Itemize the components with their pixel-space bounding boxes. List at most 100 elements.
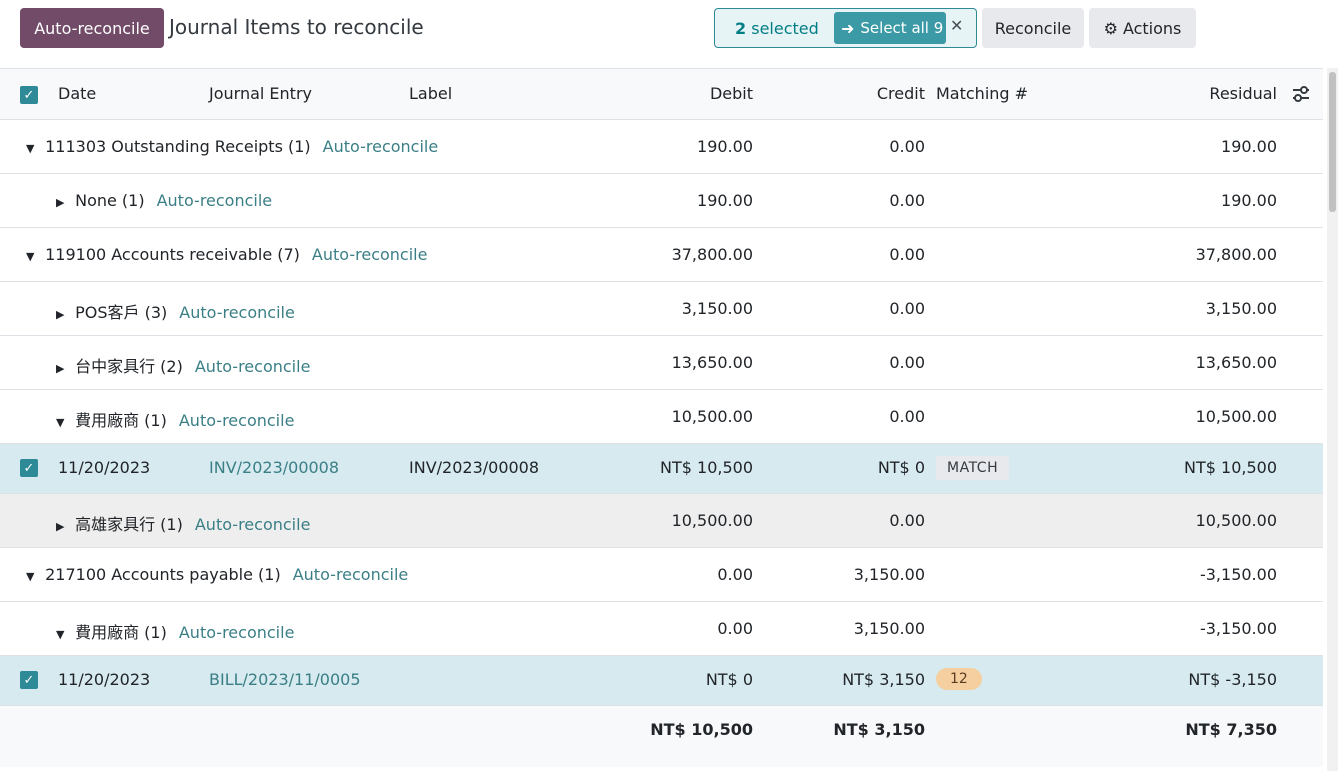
auto-reconcile-link[interactable]: Auto-reconcile xyxy=(179,623,295,642)
control-panel: Auto-reconcile Journal Items to reconcil… xyxy=(0,0,1338,68)
subgroup-row[interactable]: ▼ 費用廠商 (1) Auto-reconcile 10,500.00 0.00 … xyxy=(0,390,1323,444)
credit-value: NT$ 0 xyxy=(877,458,925,477)
credit-value: 3,150.00 xyxy=(853,619,925,638)
group-name: 111303 Outstanding Receipts (1) xyxy=(45,137,311,156)
column-credit[interactable]: Credit xyxy=(877,84,925,103)
debit-value: 190.00 xyxy=(697,137,753,156)
caret-right-icon: ▶ xyxy=(56,520,65,533)
auto-reconcile-link[interactable]: Auto-reconcile xyxy=(312,245,428,264)
group-title: ▼ 111303 Outstanding Receipts (1) Auto-re… xyxy=(26,137,438,156)
table-header: ✓ Date Journal Entry Label Debit Credit … xyxy=(0,68,1323,120)
selected-count: 2 selected xyxy=(735,19,819,38)
group-title: ▼ 費用廠商 (1) Auto-reconcile xyxy=(56,619,294,643)
residual-value: NT$ 10,500 xyxy=(1184,458,1277,477)
gear-icon: ⚙ xyxy=(1103,18,1118,38)
date-value: 11/20/2023 xyxy=(58,458,151,477)
table-footer: NT$ 10,500 NT$ 3,150 NT$ 7,350 xyxy=(0,706,1323,767)
column-date[interactable]: Date xyxy=(58,84,96,103)
select-all-checkbox[interactable]: ✓ xyxy=(20,86,38,104)
group-row[interactable]: ▼ 217100 Accounts payable (1) Auto-reconc… xyxy=(0,548,1323,602)
group-name: 高雄家具行 (1) xyxy=(75,515,183,534)
caret-down-icon: ▼ xyxy=(56,628,65,641)
auto-reconcile-link[interactable]: Auto-reconcile xyxy=(195,515,311,534)
select-all-button[interactable]: ➜ Select all 9 xyxy=(834,12,946,44)
journal-items-table: ✓ Date Journal Entry Label Debit Credit … xyxy=(0,68,1323,767)
page-title: Journal Items to reconcile xyxy=(169,15,424,39)
residual-value: 37,800.00 xyxy=(1195,245,1277,264)
table-row[interactable]: ✓ 11/20/2023 BILL/2023/11/0005 NT$ 0 NT$… xyxy=(0,656,1323,706)
debit-value: 0.00 xyxy=(717,565,753,584)
auto-reconcile-button[interactable]: Auto-reconcile xyxy=(20,8,164,48)
debit-value: NT$ 10,500 xyxy=(660,458,753,477)
group-name: 217100 Accounts payable (1) xyxy=(45,565,281,584)
auto-reconcile-link[interactable]: Auto-reconcile xyxy=(293,565,409,584)
group-name: 台中家具行 (2) xyxy=(75,357,183,376)
residual-value: 10,500.00 xyxy=(1195,511,1277,530)
group-row[interactable]: ▼ 111303 Outstanding Receipts (1) Auto-re… xyxy=(0,120,1323,174)
vertical-scrollbar[interactable] xyxy=(1327,68,1338,771)
actions-button[interactable]: ⚙ Actions xyxy=(1089,8,1196,48)
caret-down-icon: ▼ xyxy=(56,416,65,429)
residual-value: -3,150.00 xyxy=(1199,619,1277,638)
group-name: None (1) xyxy=(75,191,145,210)
auto-reconcile-link[interactable]: Auto-reconcile xyxy=(157,191,273,210)
matching-number-badge[interactable]: 12 xyxy=(936,668,982,690)
close-icon[interactable]: ✕ xyxy=(950,16,963,35)
column-residual[interactable]: Residual xyxy=(1209,84,1277,103)
selection-box: 2 selected ➜ Select all 9 ✕ xyxy=(714,8,977,48)
column-label[interactable]: Label xyxy=(409,84,452,103)
residual-value: -3,150.00 xyxy=(1199,565,1277,584)
auto-reconcile-link[interactable]: Auto-reconcile xyxy=(195,357,311,376)
table-row[interactable]: ✓ 11/20/2023 INV/2023/00008 INV/2023/000… xyxy=(0,444,1323,494)
row-checkbox[interactable]: ✓ xyxy=(20,671,38,689)
residual-value: 10,500.00 xyxy=(1195,407,1277,426)
caret-down-icon: ▼ xyxy=(26,570,35,583)
subgroup-row[interactable]: ▶ None (1) Auto-reconcile 190.00 0.00 190… xyxy=(0,174,1323,228)
subgroup-row[interactable]: ▼ 費用廠商 (1) Auto-reconcile 0.00 3,150.00 -… xyxy=(0,602,1323,656)
group-name: 119100 Accounts receivable (7) xyxy=(45,245,300,264)
group-name: POS客戶 (3) xyxy=(75,303,168,322)
credit-value: 0.00 xyxy=(889,245,925,264)
total-credit: NT$ 3,150 xyxy=(833,720,925,739)
group-title: ▼ 217100 Accounts payable (1) Auto-reconc… xyxy=(26,565,408,584)
selected-text: selected xyxy=(751,19,819,38)
group-row[interactable]: ▼ 119100 Accounts receivable (7) Auto-rec… xyxy=(0,228,1323,282)
reconcile-button[interactable]: Reconcile xyxy=(982,8,1084,48)
match-button[interactable]: MATCH xyxy=(936,456,1010,480)
column-journal-entry[interactable]: Journal Entry xyxy=(209,84,312,103)
auto-reconcile-link[interactable]: Auto-reconcile xyxy=(323,137,439,156)
column-matching[interactable]: Matching # xyxy=(936,84,1028,103)
row-checkbox[interactable]: ✓ xyxy=(20,459,38,477)
credit-value: 0.00 xyxy=(889,407,925,426)
caret-down-icon: ▼ xyxy=(26,250,35,263)
auto-reconcile-link[interactable]: Auto-reconcile xyxy=(179,411,295,430)
actions-label: Actions xyxy=(1122,18,1182,38)
subgroup-row[interactable]: ▶ 高雄家具行 (1) Auto-reconcile 10,500.00 0.00… xyxy=(0,494,1323,548)
arrow-right-icon: ➜ xyxy=(841,18,855,38)
column-debit[interactable]: Debit xyxy=(710,84,753,103)
group-name: 費用廠商 (1) xyxy=(75,623,167,642)
debit-value: 0.00 xyxy=(717,619,753,638)
residual-value: NT$ -3,150 xyxy=(1188,670,1277,689)
journal-entry-link[interactable]: INV/2023/00008 xyxy=(209,458,339,477)
caret-right-icon: ▶ xyxy=(56,308,65,321)
total-residual: NT$ 7,350 xyxy=(1185,720,1277,739)
subgroup-row[interactable]: ▶ POS客戶 (3) Auto-reconcile 3,150.00 0.00 … xyxy=(0,282,1323,336)
auto-reconcile-link[interactable]: Auto-reconcile xyxy=(179,303,295,322)
date-value: 11/20/2023 xyxy=(58,670,151,689)
caret-down-icon: ▼ xyxy=(26,142,35,155)
credit-value: 0.00 xyxy=(889,191,925,210)
group-title: ▶ POS客戶 (3) Auto-reconcile xyxy=(56,299,295,323)
journal-entry-link[interactable]: BILL/2023/11/0005 xyxy=(209,670,361,689)
debit-value: 190.00 xyxy=(697,191,753,210)
sliders-icon[interactable] xyxy=(1292,84,1310,104)
debit-value: NT$ 0 xyxy=(705,670,753,689)
subgroup-row[interactable]: ▶ 台中家具行 (2) Auto-reconcile 13,650.00 0.00… xyxy=(0,336,1323,390)
caret-right-icon: ▶ xyxy=(56,362,65,375)
debit-value: 3,150.00 xyxy=(681,299,753,318)
selected-number: 2 xyxy=(735,19,747,38)
group-title: ▶ 高雄家具行 (1) Auto-reconcile xyxy=(56,511,310,535)
scrollbar-thumb[interactable] xyxy=(1329,72,1336,212)
credit-value: 0.00 xyxy=(889,353,925,372)
credit-value: 0.00 xyxy=(889,511,925,530)
